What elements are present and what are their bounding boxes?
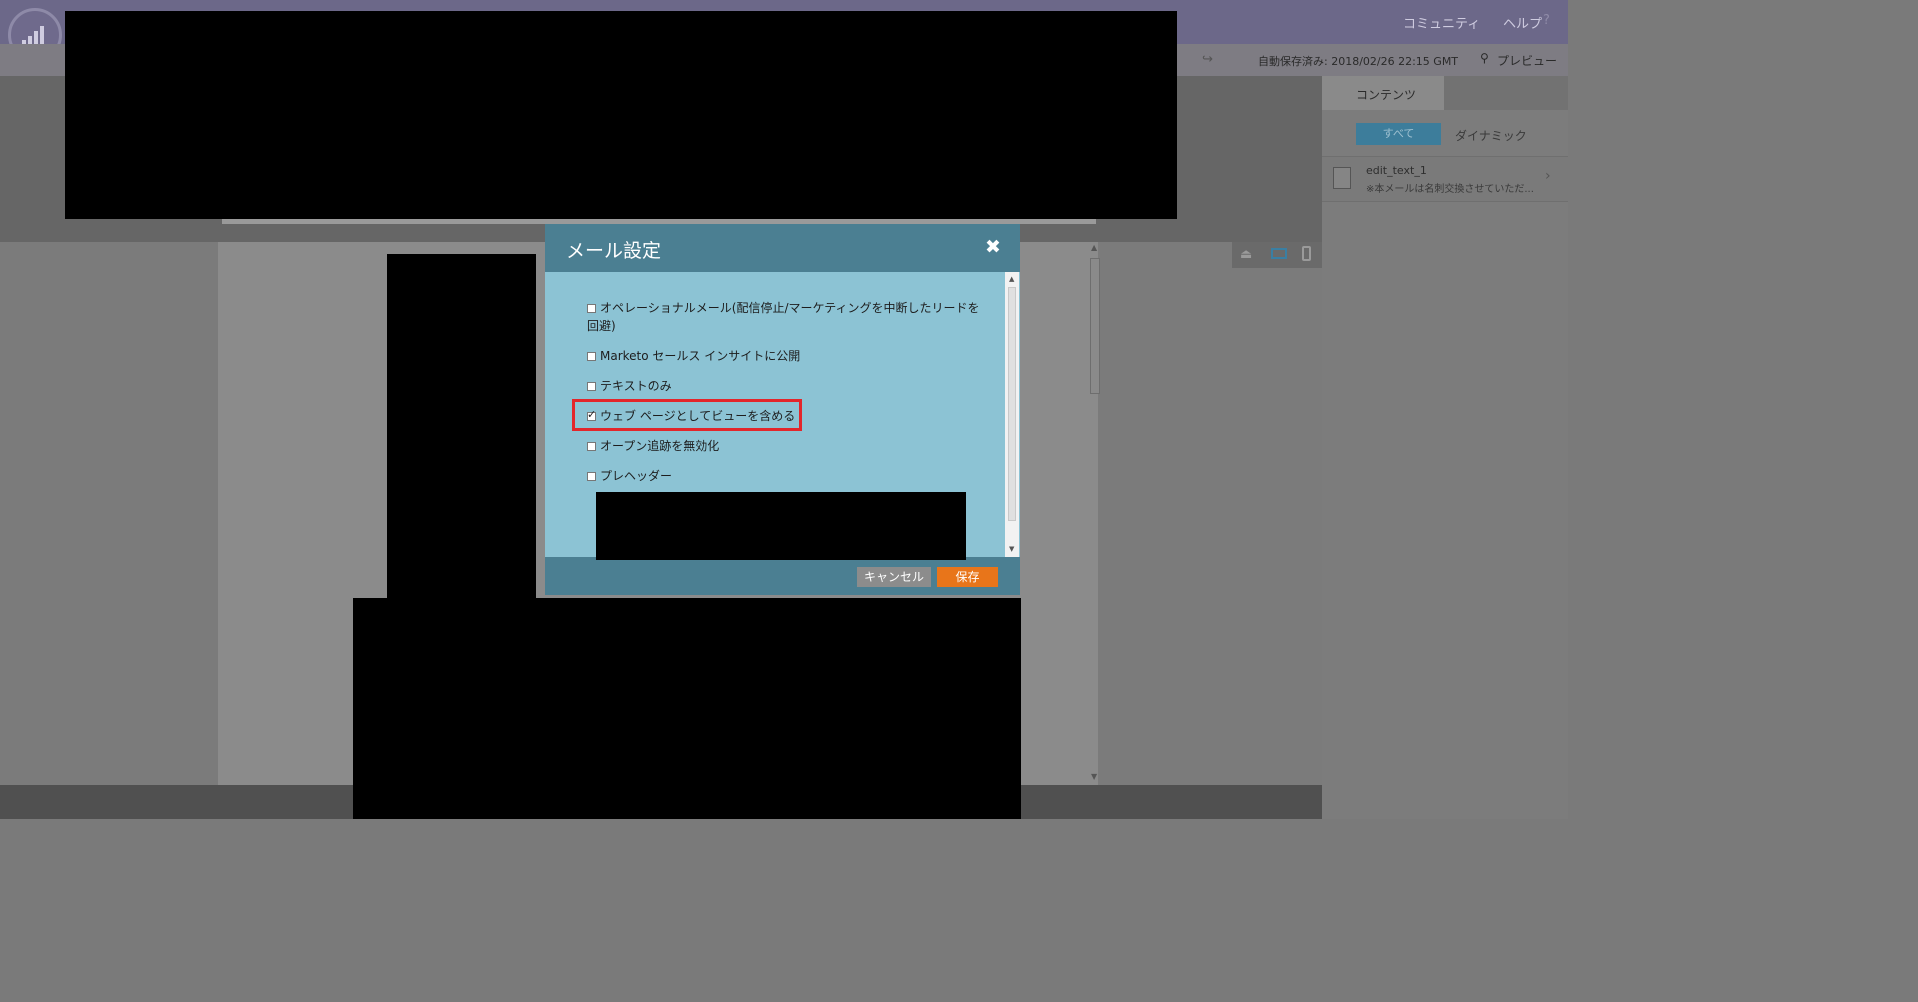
checkbox[interactable]: [587, 304, 596, 313]
dialog-title: メール設定: [566, 240, 662, 262]
scroll-up-icon[interactable]: ▲: [1091, 243, 1097, 252]
preview-button[interactable]: プレビュー: [1497, 52, 1557, 69]
canvas-scrollbar[interactable]: [1090, 258, 1100, 394]
search-icon[interactable]: ⚲: [1480, 51, 1489, 65]
option-operational-line2: 回避): [587, 317, 616, 334]
help-link[interactable]: ヘルプ: [1503, 13, 1542, 32]
redacted-preheader-input: [596, 492, 966, 560]
option-label: 回避): [587, 319, 616, 333]
mobile-view-icon[interactable]: [1302, 246, 1311, 261]
community-link[interactable]: コミュニティ: [1403, 13, 1480, 32]
option-label: Marketo セールス インサイトに公開: [600, 349, 801, 363]
checkbox[interactable]: [587, 382, 596, 391]
autosave-status: 自動保存済み: 2018/02/26 22:15 GMT: [1258, 55, 1459, 68]
list-item[interactable]: [1322, 156, 1568, 202]
highlight-box: [572, 399, 802, 431]
list-item-subtitle: ※本メールは名刺交換させていただ...: [1366, 184, 1534, 195]
cancel-button[interactable]: キャンセル: [857, 567, 931, 587]
tab-content-label: コンテンツ: [1356, 88, 1417, 102]
redacted-area: [353, 598, 1021, 819]
document-icon: [1333, 167, 1351, 189]
redacted-area: [387, 254, 536, 598]
checkbox[interactable]: [587, 352, 596, 361]
option-text-only[interactable]: テキストのみ: [587, 377, 672, 394]
save-button[interactable]: 保存: [937, 567, 998, 587]
scroll-down-icon[interactable]: ▼: [1009, 545, 1014, 553]
collapse-icon[interactable]: ⏏: [1240, 247, 1252, 262]
close-icon[interactable]: ✖: [985, 236, 1001, 258]
redacted-area: [65, 11, 1177, 219]
option-label: プレヘッダー: [600, 469, 673, 483]
redo-icon[interactable]: ↪: [1202, 52, 1213, 67]
scroll-up-icon[interactable]: ▲: [1009, 275, 1014, 283]
filter-dynamic-button[interactable]: ダイナミック: [1455, 127, 1527, 144]
tab-secondary[interactable]: [1444, 76, 1568, 110]
chevron-right-icon[interactable]: ›: [1545, 168, 1551, 184]
desktop-view-icon[interactable]: [1271, 248, 1287, 259]
checkbox[interactable]: [587, 472, 596, 481]
option-operational[interactable]: オペレーショナルメール(配信停止/マーケティングを中断したリードを: [587, 299, 980, 316]
scroll-down-icon[interactable]: ▼: [1091, 772, 1097, 781]
option-sales-insight[interactable]: Marketo セールス インサイトに公開: [587, 347, 800, 364]
option-label: テキストのみ: [600, 379, 672, 393]
logo-bars-icon: [22, 26, 44, 44]
option-preheader[interactable]: プレヘッダー: [587, 467, 672, 484]
option-label: オペレーショナルメール(配信停止/マーケティングを中断したリードを: [600, 301, 980, 315]
option-label: オープン追跡を無効化: [600, 439, 720, 453]
filter-all-button[interactable]: すべて: [1356, 123, 1441, 145]
help-icon[interactable]: ?: [1543, 13, 1550, 28]
list-item-title: edit_text_1: [1366, 164, 1427, 177]
option-disable-open-tracking[interactable]: オープン追跡を無効化: [587, 437, 719, 454]
dialog-scrollbar-thumb[interactable]: [1008, 287, 1016, 521]
checkbox[interactable]: [587, 442, 596, 451]
